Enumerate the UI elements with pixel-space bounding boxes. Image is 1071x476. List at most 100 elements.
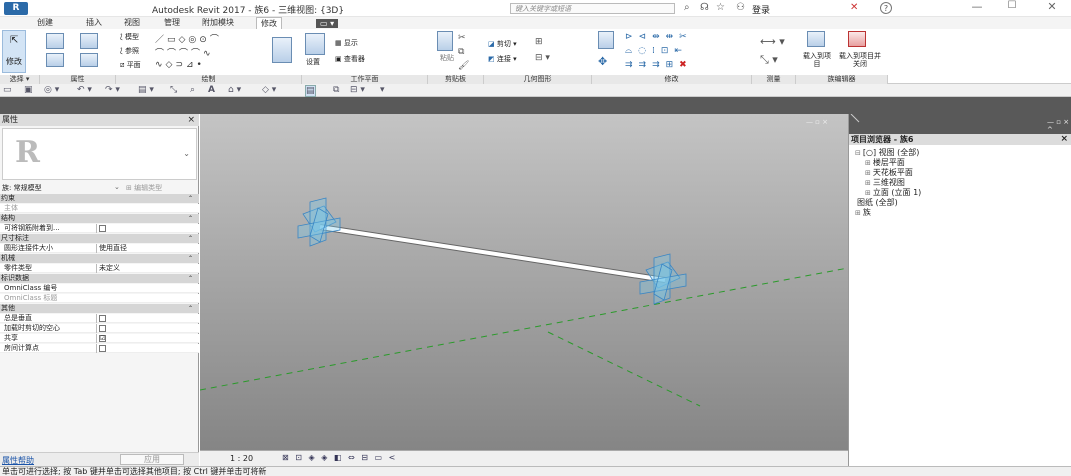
tab-addins[interactable]: 附加模块 (198, 17, 238, 29)
expand-toggle-icon[interactable]: ⊞ (855, 209, 861, 217)
extrusion-icon[interactable] (272, 37, 292, 63)
star-icon[interactable]: ☆ (716, 2, 725, 13)
tab-insert[interactable]: 插入 (82, 17, 106, 29)
customize-qat-icon[interactable]: ▾ (380, 85, 385, 95)
show-workplane-button[interactable]: ▦ 显示 (335, 38, 358, 48)
close-hidden-icon[interactable]: ⧉ (333, 85, 339, 95)
redo-icon[interactable]: ↷ ▾ (105, 85, 120, 95)
apply-button[interactable]: 应用 (120, 454, 184, 465)
property-row[interactable]: 总是垂直 (0, 314, 199, 323)
maximize-button[interactable]: ☐ (997, 0, 1027, 17)
section-icon[interactable]: ◇ ▾ (262, 85, 276, 95)
modify-tools-row1-icon[interactable]: ⊳⊲⇹⇹✂ (625, 32, 693, 42)
chevron-down-icon[interactable]: ⌄ (114, 183, 120, 191)
property-row[interactable]: 房间计算点 (0, 344, 199, 353)
properties-help-link[interactable]: 属性帮助 (2, 455, 34, 466)
property-value[interactable] (96, 314, 196, 323)
help-icon[interactable]: ? (880, 2, 892, 14)
pick-tools-icon[interactable]: ∿◇⊃⊿• (155, 60, 205, 70)
load-and-close-icon[interactable] (848, 31, 866, 47)
text-tool-icon[interactable]: A (208, 85, 215, 95)
property-group[interactable]: 机械 ⌃ (0, 254, 199, 263)
property-row[interactable]: 加载时剪切的空心 (0, 324, 199, 333)
type-selector[interactable]: R ⌄ (2, 128, 197, 180)
tab-manage[interactable]: 管理 (160, 17, 184, 29)
modify-button[interactable]: ⇱ 修改 (2, 30, 26, 73)
expand-toggle-icon[interactable]: ⊞ (865, 179, 871, 187)
app-menu-button[interactable]: R (4, 2, 28, 15)
property-checkbox[interactable] (99, 224, 106, 232)
match-properties-icon[interactable]: 🖌 (458, 61, 469, 71)
chevron-down-icon[interactable]: ⌄ (183, 149, 190, 158)
browser-tree-item[interactable]: ⊞ 楼层平面 (865, 158, 905, 168)
property-row[interactable]: 主体 (0, 204, 199, 213)
property-value[interactable]: 使用直径 (96, 244, 196, 253)
sync-icon[interactable]: ◎ ▾ (44, 85, 59, 95)
modify-tools-row3-icon[interactable]: ⇉⇉⇉⊞✖ (625, 60, 693, 70)
load-into-project-icon[interactable] (807, 31, 825, 47)
dimension-icon[interactable]: ⤡ ▾ (760, 53, 778, 67)
reference-plane-line[interactable] (547, 331, 701, 407)
property-group[interactable]: 尺寸标注 ⌃ (0, 234, 199, 243)
load-and-close-button[interactable]: 载入到项目并关闭 (836, 52, 884, 68)
property-checkbox[interactable] (99, 314, 106, 322)
property-checkbox[interactable] (99, 344, 106, 352)
print-icon[interactable]: ▤ ▾ (138, 85, 154, 95)
reference-plane-button[interactable]: ⧄ 平面 (120, 60, 141, 70)
cut-icon[interactable]: ✂ (458, 33, 466, 43)
collapse-icon[interactable]: ⌃ (188, 194, 193, 203)
model-line-button[interactable]: ⟅ 模型 (120, 32, 139, 42)
close-window-button[interactable]: ✕ (1037, 0, 1067, 17)
expand-toggle-icon[interactable]: ⊟ (855, 149, 861, 157)
paste-label[interactable]: 粘贴 (440, 53, 454, 63)
dimension-tool-icon[interactable]: ⌕ (190, 85, 195, 95)
void-icon[interactable]: ⊞ (535, 37, 543, 47)
set-workplane-icon[interactable] (305, 33, 325, 55)
collapse-icon[interactable]: ⌃ (188, 254, 193, 263)
exchange-icon[interactable]: ✕ (850, 2, 858, 13)
save-icon[interactable]: ▣ (24, 85, 33, 95)
property-checkbox[interactable]: ☑ (99, 334, 106, 342)
search-input[interactable]: 键入关键字或短语 (510, 3, 675, 14)
browser-tree-item[interactable]: 图纸 (全部) (855, 198, 898, 208)
tab-modify[interactable]: 修改 (256, 17, 282, 29)
collapse-icon[interactable]: ⌃ (188, 274, 193, 283)
view-control-icons[interactable]: ⊠ ⊡ ◈ ◈ ◧ ⇔ ⊟ ▭ < (282, 453, 397, 462)
property-row[interactable]: 零件类型 未定义 (0, 264, 199, 273)
connector-left[interactable] (297, 197, 341, 247)
property-row[interactable]: 可将钢筋附着到... (0, 224, 199, 233)
collapse-icon[interactable]: ⌃ (188, 234, 193, 243)
expand-toggle-icon[interactable]: ⊞ (865, 189, 871, 197)
cut-geometry-button[interactable]: ◪ 剪切 ▾ (488, 39, 517, 49)
property-value[interactable]: 未定义 (96, 264, 196, 273)
align-icon[interactable] (598, 31, 614, 49)
user-icon[interactable]: ⚇ (736, 2, 745, 13)
edit-type-button[interactable]: ⊞ 编辑类型 (126, 183, 162, 193)
type-properties-icon[interactable] (80, 33, 98, 49)
info-icon[interactable]: ☊ (700, 2, 709, 13)
browser-tree-item[interactable]: ⊞ 天花板平面 (865, 168, 913, 178)
move-icon[interactable]: ✥ (598, 55, 607, 68)
undo-icon[interactable]: ↶ ▾ (77, 85, 92, 95)
property-row[interactable]: 圆形连接件大小 使用直径 (0, 244, 199, 253)
browser-tree-item[interactable]: ⊞ 三维视图 (865, 178, 905, 188)
binoculars-icon[interactable]: ⌕ (684, 2, 690, 13)
property-value[interactable]: ☑ (96, 334, 196, 343)
property-group[interactable]: 约束 ⌃ (0, 194, 199, 203)
reference-plane-line[interactable] (200, 267, 848, 391)
property-row[interactable]: OmniClass 标题 (0, 294, 199, 303)
model-canvas[interactable] (200, 114, 848, 450)
property-checkbox[interactable] (99, 324, 106, 332)
property-group[interactable]: 其他 ⌃ (0, 304, 199, 313)
paste-icon[interactable] (437, 31, 453, 51)
family-category-icon[interactable] (46, 53, 64, 67)
view-scale[interactable]: 1 : 20 (230, 454, 253, 463)
login-button[interactable]: 登录 (752, 3, 770, 16)
open-icon[interactable]: ▭ (3, 85, 12, 95)
minimize-button[interactable]: — (962, 0, 992, 17)
browser-tree-item[interactable]: ⊞ 立面 (立面 1) (865, 188, 921, 198)
modify-tools-row2-icon[interactable]: ⌓◌⁞⊡⇤ (625, 46, 688, 56)
property-value[interactable] (96, 324, 196, 333)
tab-view[interactable]: 视图 (120, 17, 144, 29)
property-row[interactable]: OmniClass 编号 (0, 284, 199, 293)
